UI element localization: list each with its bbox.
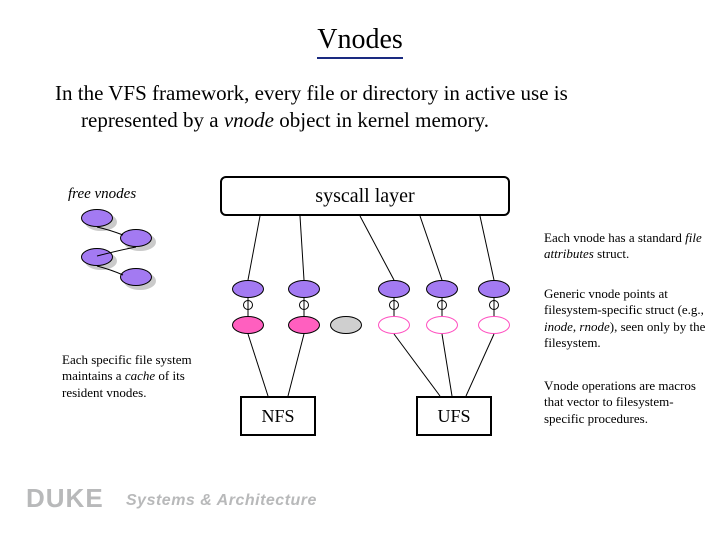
page-title: Vnodes bbox=[0, 24, 720, 56]
attr-vnode bbox=[288, 280, 320, 298]
inode-dot bbox=[243, 300, 253, 310]
intro-line-2: represented by a vnode object in kernel … bbox=[81, 107, 665, 134]
ufs-label-box: UFS bbox=[416, 396, 492, 436]
note-generic-vnode: Generic vnode points at filesystem-speci… bbox=[544, 286, 712, 351]
fs-specific-node bbox=[288, 316, 320, 334]
fs-specific-node bbox=[232, 316, 264, 334]
free-vnodes-label: free vnodes bbox=[68, 186, 136, 203]
brand-logo: DUKE bbox=[26, 483, 104, 514]
fs-specific-node bbox=[378, 316, 410, 334]
note-vnode-ops: Vnode operations are macros that vector … bbox=[544, 378, 712, 427]
attr-vnode bbox=[426, 280, 458, 298]
free-vnode bbox=[81, 209, 113, 227]
free-vnode bbox=[120, 268, 152, 286]
inode-dot bbox=[389, 300, 399, 310]
fs-specific-node bbox=[330, 316, 362, 334]
inode-dot bbox=[489, 300, 499, 310]
free-vnode bbox=[81, 248, 113, 266]
attr-vnode bbox=[478, 280, 510, 298]
nfs-label-box: NFS bbox=[240, 396, 316, 436]
cache-note: Each specific file system maintains a ca… bbox=[62, 352, 217, 401]
attr-vnode bbox=[232, 280, 264, 298]
fs-specific-node bbox=[478, 316, 510, 334]
note-file-attributes: Each vnode has a standard file attribute… bbox=[544, 230, 712, 263]
intro-text: In the VFS framework, every file or dire… bbox=[55, 80, 665, 135]
inode-dot bbox=[299, 300, 309, 310]
attr-vnode bbox=[378, 280, 410, 298]
brand-subtitle: Systems & Architecture bbox=[126, 492, 317, 510]
free-vnode bbox=[120, 229, 152, 247]
inode-dot bbox=[437, 300, 447, 310]
slide: Vnodes In the VFS framework, every file … bbox=[0, 0, 720, 540]
fs-specific-node bbox=[426, 316, 458, 334]
intro-line-1: In the VFS framework, every file or dire… bbox=[55, 80, 665, 107]
syscall-layer-box: syscall layer bbox=[220, 176, 510, 216]
